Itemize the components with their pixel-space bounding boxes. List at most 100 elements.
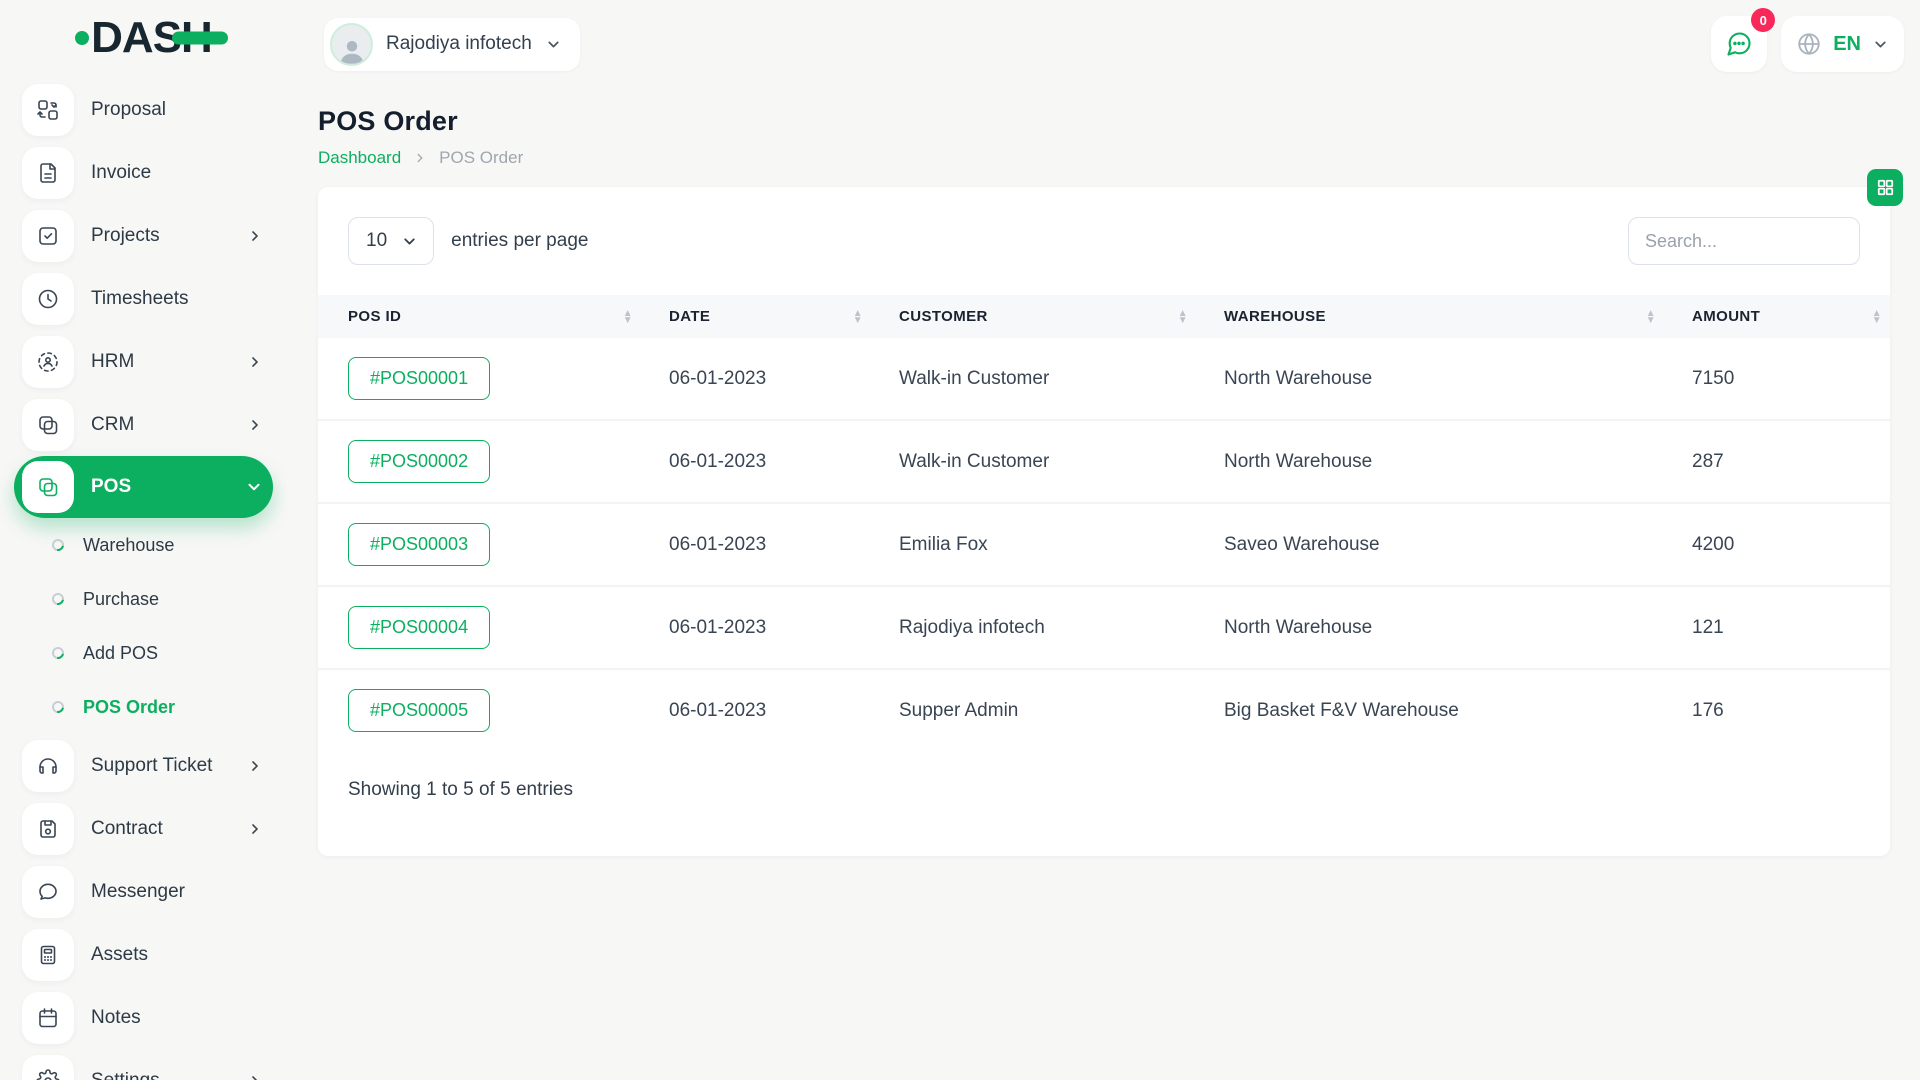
entries-per-page-select[interactable]: 10 <box>348 217 435 265</box>
chevron-down-icon <box>401 233 418 250</box>
column-label: WAREHOUSE <box>1224 308 1326 325</box>
sidebar-item-support-ticket[interactable]: Support Ticket <box>14 734 273 797</box>
chevron-down-icon <box>545 36 562 53</box>
sort-icon: ▲ ▼ <box>1177 307 1188 326</box>
pos-order-card: 10 entries per page POS ID▲▼DATE▲▼CUSTOM… <box>318 187 1890 856</box>
chevron-right-icon <box>247 1073 263 1080</box>
chevron-right-icon <box>247 417 263 433</box>
cell-date: 06-01-2023 <box>669 502 899 586</box>
entries-per-page-label: entries per page <box>451 230 589 251</box>
sort-icon: ▲ ▼ <box>622 307 633 326</box>
chevron-right-icon <box>413 151 427 165</box>
sidebar-item-messenger[interactable]: Messenger <box>14 860 273 923</box>
settings-icon <box>22 1054 74 1080</box>
sidebar-item-assets[interactable]: Assets <box>14 923 273 986</box>
messenger-icon <box>22 865 74 918</box>
search-input[interactable] <box>1628 217 1860 265</box>
circle-bullet-icon <box>49 644 67 662</box>
sidebar-item-hrm[interactable]: HRM <box>14 330 273 393</box>
pos-icon <box>22 461 74 513</box>
company-selector[interactable]: Rajodiya infotech <box>324 17 580 71</box>
sidebar-item-crm[interactable]: CRM <box>14 393 273 456</box>
circle-bullet-icon <box>49 590 67 608</box>
cell-warehouse: North Warehouse <box>1224 367 1373 389</box>
messages-button[interactable]: 0 <box>1711 8 1776 72</box>
sidebar-item-label: Messenger <box>91 880 185 902</box>
cell-customer: Rajodiya infotech <box>899 585 1224 669</box>
column-header-amount[interactable]: AMOUNT ▲ ▼ <box>1692 295 1890 338</box>
notes-icon <box>22 991 74 1044</box>
sidebar-subitem-label: Purchase <box>83 588 160 609</box>
sidebar-item-timesheets[interactable]: Timesheets <box>14 267 273 330</box>
circle-bullet-icon <box>49 536 67 554</box>
table-controls: 10 entries per page <box>318 217 1890 295</box>
sidebar-item-label: Projects <box>91 224 160 246</box>
page-title: POS Order <box>318 106 458 136</box>
column-header-date[interactable]: DATE ▲ ▼ <box>669 295 899 338</box>
sidebar-item-notes[interactable]: Notes <box>14 986 273 1049</box>
pos-id-button[interactable]: #POS00004 <box>348 606 491 649</box>
sort-icon: ▲ ▼ <box>852 307 863 326</box>
sidebar-subitem-pos-order[interactable]: POS Order <box>14 680 273 734</box>
sort-icon: ▲ ▼ <box>1871 307 1882 326</box>
sidebar-subitem-add-pos[interactable]: Add POS <box>14 626 273 680</box>
sidebar-item-settings[interactable]: Settings <box>14 1049 273 1080</box>
cell-customer: Supper Admin <box>899 668 1224 751</box>
assets-icon <box>22 928 74 981</box>
table-row: #POS00001 06-01-2023 Walk-in Customer North… <box>318 338 1890 420</box>
breadcrumb-current: POS Order <box>439 148 524 167</box>
cell-date: 06-01-2023 <box>669 668 899 751</box>
breadcrumb-dashboard-link[interactable]: Dashboard <box>318 148 401 168</box>
chevron-right-icon <box>247 821 263 837</box>
notification-badge: 0 <box>1751 8 1776 32</box>
language-selector[interactable]: EN <box>1781 16 1904 72</box>
cell-date: 06-01-2023 <box>669 367 767 389</box>
cell-amount: 287 <box>1692 419 1890 503</box>
column-header-customer[interactable]: CUSTOMER ▲ ▼ <box>899 295 1224 338</box>
cell-amount: 4200 <box>1692 502 1890 586</box>
sidebar-item-label: Settings <box>91 1069 160 1080</box>
sidebar-item-pos[interactable]: POS <box>14 456 273 518</box>
sidebar-subitem-warehouse[interactable]: Warehouse <box>14 518 273 572</box>
cell-date: 06-01-2023 <box>669 419 899 503</box>
crm-icon <box>22 398 74 451</box>
sidebar-item-label: HRM <box>91 350 135 372</box>
column-label: POS ID <box>348 308 402 325</box>
layout-grid-button[interactable] <box>1867 169 1903 206</box>
sidebar-item-label: CRM <box>91 413 135 435</box>
chat-icon <box>1727 32 1751 56</box>
column-label: AMOUNT <box>1692 308 1761 325</box>
pos-id-button[interactable]: #POS00003 <box>348 523 491 566</box>
cell-customer: Walk-in Customer <box>899 367 1050 389</box>
cell-customer: Emilia Fox <box>899 502 1224 586</box>
cell-warehouse: Saveo Warehouse <box>1224 502 1692 586</box>
chevron-right-icon <box>247 228 263 244</box>
pos-id-button[interactable]: #POS00005 <box>348 689 491 732</box>
cell-date: 06-01-2023 <box>669 585 899 669</box>
pos-id-button[interactable]: #POS00001 <box>348 357 491 400</box>
logo-dash-icon <box>171 31 228 45</box>
sort-icon: ▲ ▼ <box>1645 307 1656 326</box>
column-header-pos-id[interactable]: POS ID ▲ ▼ <box>318 295 669 338</box>
sidebar-nav: Proposal Invoice Projects Timesheets HRM CRM P… <box>0 76 287 1080</box>
support-ticket-icon <box>22 739 74 792</box>
cell-amount: 176 <box>1692 668 1890 751</box>
table-row: #POS00005 06-01-2023 Supper Admin Big Baske… <box>318 668 1890 751</box>
brand-logo[interactable]: DASH <box>0 0 287 76</box>
invoice-icon <box>22 146 74 199</box>
chevron-down-icon <box>1872 36 1889 53</box>
cell-warehouse: North Warehouse <box>1224 585 1692 669</box>
column-header-warehouse[interactable]: WAREHOUSE ▲ ▼ <box>1224 295 1692 338</box>
sidebar-item-proposal[interactable]: Proposal <box>14 78 273 141</box>
sidebar-item-invoice[interactable]: Invoice <box>14 141 273 204</box>
table-row: #POS00002 06-01-2023 Walk-in Customer North… <box>318 419 1890 503</box>
sidebar-subitem-purchase[interactable]: Purchase <box>14 572 273 626</box>
sidebar-item-projects[interactable]: Projects <box>14 204 273 267</box>
sidebar-subitem-label: Add POS <box>83 642 159 663</box>
pos-id-button[interactable]: #POS00002 <box>348 440 491 483</box>
sidebar-item-contract[interactable]: Contract <box>14 797 273 860</box>
column-label: CUSTOMER <box>899 308 988 325</box>
sidebar-submenu-pos: Warehouse Purchase Add POS POS Order <box>14 518 273 734</box>
sidebar-item-label: Contract <box>91 817 163 839</box>
table-header: POS ID ▲ ▼ DATE ▲ ▼ CUSTOMER ▲ ▼ WAREHOUSE ▲ ▼ AMOUN… <box>318 295 1890 338</box>
